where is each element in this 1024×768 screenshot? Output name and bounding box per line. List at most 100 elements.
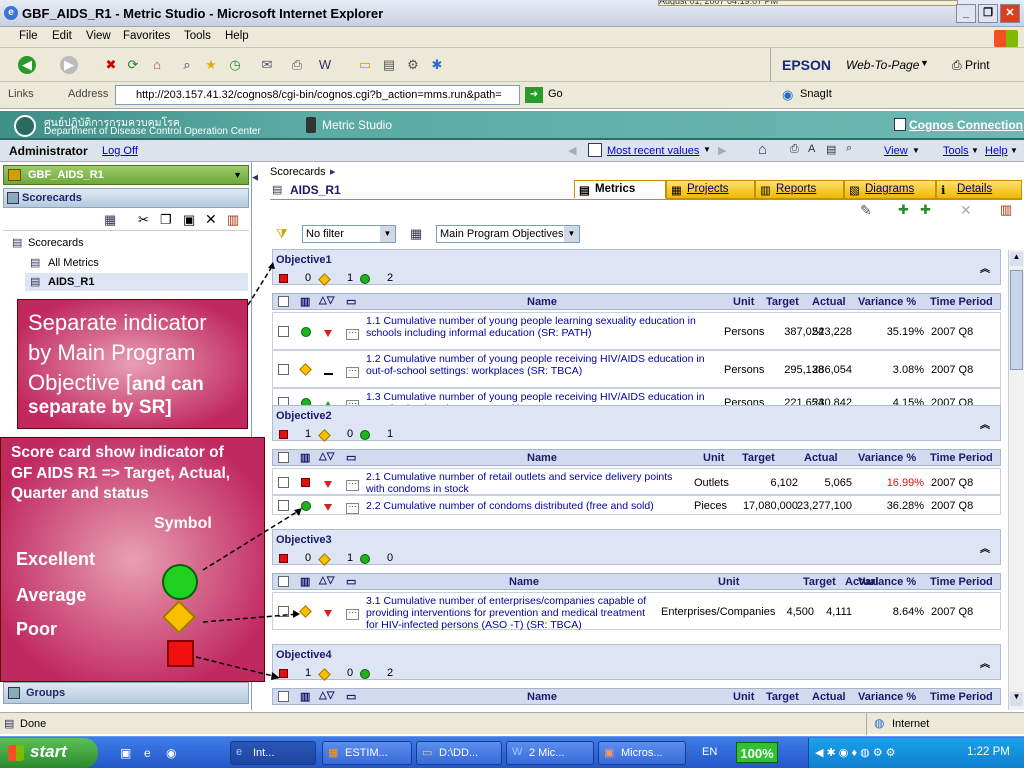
row-actions[interactable]: ··· bbox=[346, 364, 359, 378]
trend-column-icon[interactable]: △▽ bbox=[319, 690, 334, 701]
print-icon[interactable]: ⎙ bbox=[790, 143, 799, 156]
column-target[interactable]: Target bbox=[766, 691, 799, 703]
trend-column-icon[interactable]: △▽ bbox=[319, 295, 334, 306]
metric-row[interactable]: ··· 3.1 Cumulative number of enterprises… bbox=[272, 592, 1001, 631]
notes-column-icon[interactable]: ▭ bbox=[346, 690, 356, 703]
taskbar-estim[interactable]: ▦ ESTIM... bbox=[322, 741, 412, 765]
metric-name-link[interactable]: 3.1 Cumulative number of enterprises/com… bbox=[366, 595, 654, 631]
row-actions[interactable]: ··· bbox=[346, 326, 359, 340]
maximize-button[interactable]: ❐ bbox=[978, 4, 998, 23]
stop-icon[interactable]: ✖ bbox=[102, 56, 120, 74]
tab-details[interactable]: ℹ Details bbox=[936, 180, 1022, 199]
help-menu[interactable]: Help bbox=[985, 145, 1008, 157]
menu-file[interactable]: File bbox=[19, 30, 38, 42]
notes-column-icon[interactable]: ▭ bbox=[346, 451, 356, 464]
column-unit[interactable]: Unit bbox=[703, 452, 724, 464]
column-actual[interactable]: Actual bbox=[804, 452, 838, 464]
column-target[interactable]: Target bbox=[766, 296, 799, 308]
column-unit[interactable]: Unit bbox=[733, 296, 754, 308]
print-button[interactable]: ⎙ Print bbox=[952, 58, 990, 73]
row-checkbox[interactable] bbox=[278, 326, 289, 340]
favorites-icon[interactable]: ★ bbox=[202, 56, 220, 74]
font-size-icon[interactable]: A bbox=[808, 143, 815, 155]
print-icon[interactable]: ⎙ bbox=[288, 56, 306, 74]
forward-icon[interactable]: ▶ bbox=[60, 56, 78, 74]
notes-column-icon[interactable]: ▭ bbox=[346, 575, 356, 588]
notes-column-icon[interactable]: ▭ bbox=[346, 295, 356, 308]
select-all-checkbox[interactable] bbox=[278, 452, 289, 466]
column-period[interactable]: Time Period bbox=[930, 691, 993, 703]
metric-row[interactable]: ··· 2.1 Cumulative number of retail outl… bbox=[272, 468, 1001, 495]
view-menu[interactable]: View bbox=[884, 145, 908, 157]
discuss-icon[interactable]: ▭ bbox=[356, 56, 374, 74]
row-actions[interactable]: ··· bbox=[346, 477, 359, 491]
new-scorecard-icon[interactable]: ▦ bbox=[104, 212, 116, 228]
column-period[interactable]: Time Period bbox=[930, 296, 993, 308]
column-variance[interactable]: Variance % bbox=[858, 452, 916, 464]
metric-row[interactable]: ··· 1.1 Cumulative number of young peopl… bbox=[272, 312, 1001, 350]
ie-quicklaunch-icon[interactable]: e bbox=[144, 746, 151, 760]
bookmark-icon[interactable]: ▤ bbox=[826, 143, 836, 156]
tools-menu[interactable]: Tools bbox=[943, 145, 969, 157]
metric-name-link[interactable]: 2.2 Cumulative number of condoms distrib… bbox=[366, 500, 686, 512]
select-all-checkbox[interactable] bbox=[278, 576, 289, 590]
delete-metric-icon[interactable]: ✕ bbox=[960, 202, 972, 219]
column-target[interactable]: Target bbox=[742, 452, 775, 464]
add-metric-icon[interactable]: ✚ bbox=[898, 202, 909, 218]
scorecards-section-header[interactable]: Scorecards bbox=[3, 188, 249, 208]
column-name[interactable]: Name bbox=[527, 296, 557, 308]
column-name[interactable]: Name bbox=[509, 576, 539, 588]
taskbar-ppt[interactable]: ▣ Micros... bbox=[598, 741, 686, 765]
tree-item-scorecards[interactable]: Scorecards bbox=[28, 237, 84, 249]
copy-icon[interactable]: ❐ bbox=[160, 212, 172, 228]
status-column-icon[interactable]: ▥ bbox=[300, 295, 310, 308]
breadcrumb[interactable]: Scorecards bbox=[270, 166, 326, 178]
view-dropdown-icon[interactable]: ▼ bbox=[912, 146, 920, 155]
help-dropdown-icon[interactable]: ▼ bbox=[1010, 146, 1018, 155]
bluetooth-icon[interactable]: ✱ bbox=[428, 56, 446, 74]
menu-tools[interactable]: Tools bbox=[184, 30, 211, 42]
tab-reports[interactable]: ▥ Reports bbox=[755, 180, 844, 199]
minimize-button[interactable]: _ bbox=[956, 4, 976, 23]
url-input[interactable]: http://203.157.41.32/cognos8/cgi-bin/cog… bbox=[115, 85, 520, 105]
groups-section[interactable]: Groups bbox=[3, 682, 249, 704]
column-actual[interactable]: Actual bbox=[812, 691, 846, 703]
go-button[interactable]: Go bbox=[548, 88, 563, 100]
menu-view[interactable]: View bbox=[86, 30, 111, 42]
refresh-icon[interactable]: ⟳ bbox=[124, 56, 142, 74]
column-name[interactable]: Name bbox=[527, 691, 557, 703]
web-to-page-dropdown-icon[interactable]: ▼ bbox=[920, 58, 929, 68]
metric-name-link[interactable]: 1.1 Cumulative number of young people le… bbox=[366, 315, 718, 339]
taskbar-folder[interactable]: ▭ D:\DD... bbox=[416, 741, 502, 765]
column-period[interactable]: Time Period bbox=[930, 452, 993, 464]
row-actions[interactable]: ··· bbox=[346, 500, 359, 514]
log-off-link[interactable]: Log Off bbox=[102, 145, 138, 157]
language-indicator[interactable]: EN bbox=[702, 746, 717, 758]
row-actions[interactable]: ··· bbox=[346, 606, 359, 620]
messenger-icon[interactable]: ⚙ bbox=[404, 56, 422, 74]
column-target[interactable]: Target bbox=[803, 576, 836, 588]
paste-icon[interactable]: ▣ bbox=[183, 212, 195, 228]
select-all-checkbox[interactable] bbox=[278, 296, 289, 310]
collapse-icon[interactable]: ︽ bbox=[980, 655, 990, 670]
status-column-icon[interactable]: ▥ bbox=[300, 575, 310, 588]
taskbar-word[interactable]: W 2 Mic... bbox=[506, 741, 594, 765]
cut-icon[interactable]: ✂ bbox=[138, 212, 149, 228]
scroll-thumb[interactable] bbox=[1010, 270, 1023, 370]
history-icon[interactable]: ◷ bbox=[226, 56, 244, 74]
metric-row[interactable]: ··· 2.2 Cumulative number of condoms dis… bbox=[272, 495, 1001, 515]
recent-values-dropdown-icon[interactable]: ▼ bbox=[703, 145, 711, 154]
search-icon[interactable]: ⌕ bbox=[178, 56, 196, 74]
metric-name-link[interactable]: 2.1 Cumulative number of retail outlets … bbox=[366, 471, 686, 495]
tools-dropdown-icon[interactable]: ▼ bbox=[971, 146, 979, 155]
mail-icon[interactable]: ✉ bbox=[258, 56, 276, 74]
status-column-icon[interactable]: ▥ bbox=[300, 451, 310, 464]
menu-favorites[interactable]: Favorites bbox=[123, 30, 170, 42]
back-icon[interactable]: ◀ bbox=[18, 56, 36, 74]
taskbar-ie[interactable]: e Int... bbox=[230, 741, 316, 765]
properties-icon[interactable]: ▥ bbox=[227, 212, 239, 228]
research-icon[interactable]: ▤ bbox=[380, 56, 398, 74]
links-label[interactable]: Links bbox=[8, 88, 34, 100]
tab-diagrams[interactable]: ▧ Diagrams bbox=[844, 180, 936, 199]
home-icon[interactable]: ⌂ bbox=[148, 56, 166, 74]
